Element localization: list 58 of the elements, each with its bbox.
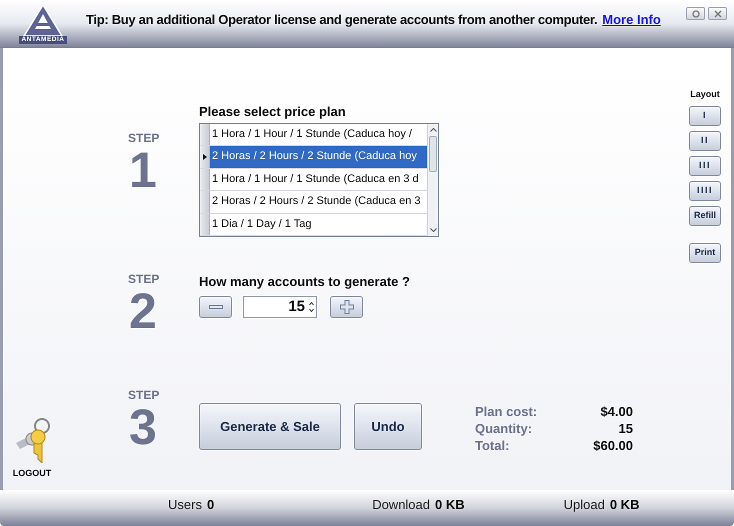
scrollbar[interactable] — [427, 124, 438, 236]
price-plan-row[interactable]: 1 Hora / 1 Hour / 1 Stunde (Caduca hoy / — [210, 124, 427, 146]
step-number: 3 — [129, 402, 157, 452]
summary-label: Quantity: — [475, 420, 534, 437]
section-title: How many accounts to generate ? — [199, 274, 410, 290]
layout-button[interactable]: IIII — [689, 180, 721, 200]
section-title: Please select price plan — [199, 104, 347, 120]
step-label: STEP — [128, 131, 160, 145]
scroll-up-icon[interactable] — [430, 128, 436, 132]
minus-icon — [208, 305, 222, 309]
logout-button[interactable]: LOGOUT — [12, 466, 52, 480]
status-value: 0 KB — [610, 496, 640, 514]
step-number: 2 — [129, 286, 157, 336]
scroll-down-icon[interactable] — [430, 228, 436, 232]
quantity-field[interactable]: 15 — [243, 296, 317, 318]
step-number: 1 — [129, 145, 157, 195]
spin-arrows-icon[interactable] — [309, 301, 314, 313]
price-plan-row[interactable]: 1 Dia / 1 Day / 1 Tag — [210, 214, 427, 235]
print-button[interactable]: Print — [689, 242, 721, 262]
scroll-thumb[interactable] — [429, 136, 437, 172]
step-label: STEP — [128, 272, 160, 286]
close-icon — [714, 10, 722, 18]
logo-icon — [23, 4, 63, 36]
plus-button[interactable] — [330, 296, 363, 318]
layout-label: Layout — [690, 88, 720, 101]
summary-value: 15 — [618, 420, 633, 437]
layout-button[interactable]: II — [689, 130, 721, 150]
close-button[interactable] — [708, 7, 727, 20]
row-header — [200, 191, 210, 213]
status-value: 0 — [206, 496, 214, 514]
more-info-link[interactable]: More Info — [602, 10, 661, 30]
status-value: 0 KB — [435, 496, 465, 514]
price-plan-row[interactable]: 2 Horas / 2 Hours / 2 Stunde (Caduca hoy — [210, 146, 427, 168]
summary-value: $60.00 — [592, 437, 633, 454]
summary-value: $4.00 — [599, 403, 633, 420]
price-plan-row[interactable]: 2 Horas / 2 Hours / 2 Stunde (Caduca en 3 — [210, 191, 427, 213]
summary-label: Plan cost: — [475, 403, 538, 420]
step-label: STEP — [128, 388, 160, 402]
layout-button[interactable]: Refill — [689, 206, 721, 226]
settings-button[interactable] — [686, 7, 705, 20]
plus-icon — [340, 300, 354, 314]
action-button[interactable]: Undo — [354, 403, 422, 450]
minus-button[interactable] — [199, 296, 232, 318]
settings-icon — [692, 10, 700, 18]
status-label: Download — [372, 496, 430, 514]
layout-button[interactable]: III — [689, 156, 721, 176]
row-header — [200, 124, 210, 146]
row-pointer-icon — [202, 154, 206, 160]
layout-button[interactable]: I — [689, 106, 721, 126]
price-plan-row[interactable]: 1 Hora / 1 Hour / 1 Stunde (Caduca en 3 d — [210, 168, 427, 190]
row-header — [200, 168, 210, 190]
action-button[interactable]: Generate & Sale — [199, 403, 341, 450]
tip-text: Tip: Buy an additional Operator license and generate accounts from another computer. — [86, 11, 598, 29]
summary-label: Total: — [475, 437, 510, 454]
status-label: Users — [168, 496, 202, 514]
row-header — [200, 214, 210, 235]
status-label: Upload — [564, 496, 605, 514]
price-plan-list[interactable]: 1 Hora / 1 Hour / 1 Stunde (Caduca hoy / 2 Horas / 2 Hours / 2 Stunde (Caduca hoy 1 Hora / 1 Hour / 1 Stunde (Caduca en 3 d 2 Horas / 2 Hours / 2 Stunde (Caduca en 3 1 Dia / 1 Day / 1 Tag — [199, 123, 439, 237]
